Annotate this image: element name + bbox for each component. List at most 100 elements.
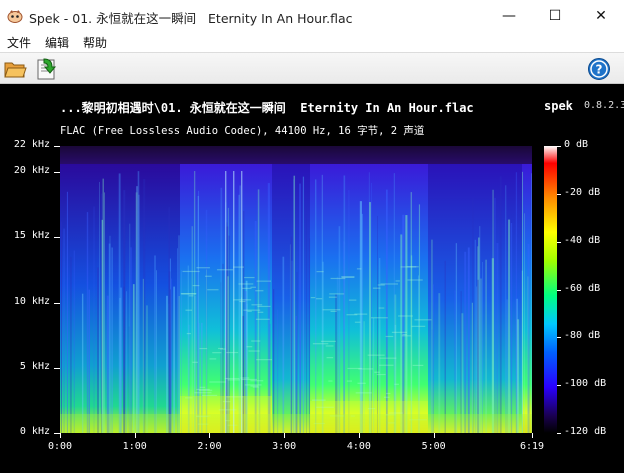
spectrogram-streak (178, 296, 180, 433)
spectrogram-harmonic (325, 345, 334, 347)
db-tick-label: -80 dB (564, 330, 601, 342)
spectrogram-streak (418, 204, 421, 433)
spectrogram-streak (69, 256, 72, 433)
spectrogram-harmonic (354, 321, 361, 323)
spectrogram-streak (129, 223, 131, 433)
spectrogram-streak (156, 270, 157, 433)
spectrogram-streak (508, 219, 511, 433)
spectrogram-streak (118, 173, 121, 433)
spectrogram-streak (108, 243, 111, 433)
spectrogram-harmonic (329, 293, 345, 295)
minimize-button[interactable]: — (486, 0, 532, 32)
spectrogram-harmonic (374, 371, 380, 373)
spectrogram-streak (154, 255, 156, 433)
spectrogram-streak (467, 247, 470, 433)
spectrogram-streak (438, 293, 441, 433)
spectrogram-streak (527, 276, 529, 433)
spectrogram-streak (166, 295, 168, 433)
spectrogram-harmonic (244, 384, 262, 386)
spectrogram-streak (267, 183, 270, 433)
spectrogram-harmonic (357, 382, 366, 384)
audio-info-label: FLAC (Free Lossless Audio Codec), 44100 … (60, 125, 425, 137)
spectrogram-streak (193, 171, 196, 433)
frequency-tick-label: 10 kHz (13, 295, 50, 307)
spectrogram-streak (296, 272, 298, 433)
about-button[interactable]: ? (587, 57, 611, 81)
spectrogram-streak (506, 299, 508, 433)
time-tick-label: 0:00 (47, 441, 73, 452)
spectrogram-streak (432, 284, 435, 433)
spectrogram-harmonic (379, 357, 397, 359)
time-tick-mark (358, 433, 360, 438)
menu-help[interactable]: 帮助 (83, 34, 107, 51)
spectrogram-streak (146, 305, 148, 433)
spectrogram-streak (106, 295, 109, 433)
frequency-tick-label: 20 kHz (13, 165, 50, 177)
spectrogram-harmonic (212, 352, 222, 354)
spectrogram-harmonic (341, 276, 355, 278)
spectrogram-harmonic (326, 357, 334, 359)
db-tick-mark (557, 289, 561, 291)
db-tick-label: -60 dB (564, 282, 601, 294)
time-tick-mark (532, 433, 533, 438)
spectrogram-streak (343, 175, 346, 433)
spectrogram-streak (73, 250, 75, 433)
spectrogram-streak (480, 278, 482, 433)
app-name-label: spek (544, 99, 573, 113)
minimize-icon: — (502, 8, 516, 24)
spectrogram-streak (97, 267, 99, 433)
frequency-tick-mark (54, 302, 60, 304)
time-tick-mark (433, 433, 435, 438)
db-tick-label: -40 dB (564, 234, 601, 246)
spectrogram-streak (132, 284, 135, 433)
spectrogram-harmonic (312, 343, 329, 345)
spectrogram-streak (479, 226, 481, 433)
spectrogram-harmonic (194, 392, 212, 394)
spectrogram-harmonic (378, 307, 385, 309)
spectrogram-streak (93, 206, 95, 433)
spectrogram-harmonic (219, 348, 226, 350)
toolbar: ? (0, 52, 624, 84)
spectrogram-harmonic (226, 351, 239, 354)
close-button[interactable]: ✕ (578, 0, 624, 32)
frequency-tick-mark (54, 146, 60, 147)
spectrogram-streak (123, 190, 126, 433)
spectrogram-streak (138, 194, 140, 433)
spek-app-icon (7, 10, 23, 23)
save-spectrogram-button[interactable] (34, 57, 58, 81)
close-icon: ✕ (595, 8, 607, 24)
maximize-button[interactable]: ☐ (532, 0, 578, 32)
spectrogram-harmonic (355, 392, 372, 394)
spectrogram-harmonic (412, 364, 424, 367)
spectrogram-streak (471, 302, 474, 433)
spectrogram-streak (531, 173, 532, 433)
frequency-tick-label: 0 kHz (19, 426, 50, 437)
spectrogram-harmonic (209, 358, 217, 360)
spectrogram-streak (306, 206, 307, 433)
spectrogram-streak (499, 176, 502, 433)
frequency-tick-mark (54, 237, 60, 239)
spectrogram-streak (477, 279, 479, 433)
time-tick-label: 4:00 (346, 441, 371, 452)
spectrogram-streak (241, 171, 243, 433)
spectrogram-harmonic (255, 290, 264, 292)
spectrogram-harmonic (185, 309, 192, 311)
menu-edit[interactable]: 编辑 (45, 34, 69, 51)
spectrogram-harmonic (257, 311, 264, 313)
spectrogram-harmonic (401, 335, 412, 337)
menu-bar: 文件 编辑 帮助 (0, 32, 624, 52)
spectrogram-harmonic (196, 388, 210, 391)
db-tick-mark (557, 241, 561, 243)
spectrogram-harmonic (196, 267, 210, 269)
spectrogram-streak (515, 172, 518, 433)
spectrogram-streak (522, 171, 523, 433)
open-file-button[interactable] (3, 57, 27, 81)
spectrogram-streak (293, 175, 296, 433)
spectrogram-harmonic (256, 280, 272, 282)
spectrogram-harmonic (199, 347, 208, 350)
menu-file[interactable]: 文件 (7, 34, 31, 51)
spectrogram-streak (510, 222, 513, 433)
db-tick-mark (557, 337, 561, 339)
spectrogram-harmonic (395, 280, 400, 282)
spectrogram-harmonic (192, 361, 198, 363)
